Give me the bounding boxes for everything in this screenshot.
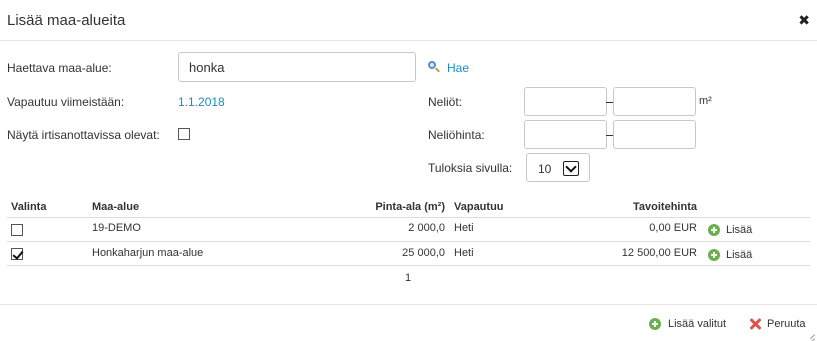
area-unit: m² [699,95,712,107]
resize-grip-icon[interactable] [805,329,815,339]
show-terminated-checkbox[interactable] [178,128,190,140]
add-icon[interactable] [708,224,720,236]
add-icon[interactable] [708,249,720,261]
area-min-field[interactable] [524,87,607,116]
column-header-size: Pinta-ala (m²) [375,201,445,213]
per-page-select[interactable]: 10 [526,153,590,182]
search-button[interactable]: Hae [447,61,469,75]
column-header-released: Vapautuu [454,201,504,213]
table-cell-size: 2 000,0 [408,222,445,234]
footer-divider [0,304,817,305]
table-cell-released: Heti [454,247,474,259]
dialog-title: Lisää maa-alueita [7,12,126,29]
cancel-icon[interactable] [749,318,761,330]
add-row-link[interactable]: Lisää [726,249,752,261]
table-cell-size: 25 000,0 [402,247,445,259]
add-selected-icon[interactable] [649,318,661,330]
column-header-area: Maa-alue [92,201,140,213]
show-terminated-label: Näytä irtisanottavissa olevat: [7,128,160,142]
per-page-value: 10 [538,162,552,176]
divider [7,217,810,218]
pagination-page[interactable]: 1 [405,272,411,284]
released-label: Vapautuu viimeistään: [7,95,125,109]
chevron-down-icon[interactable] [563,161,579,176]
row-select-checkbox[interactable] [11,248,23,260]
price-label: Neliöhinta: [428,128,485,142]
close-icon[interactable]: ✖ [798,12,810,28]
table-cell-released: Heti [454,222,474,234]
area-label: Neliöt: [428,95,463,109]
column-header-select: Valinta [11,201,47,213]
dialog-header: Lisää maa-alueita ✖ [0,0,817,41]
table-cell-target-price: 0,00 EUR [649,222,697,234]
divider [7,241,810,242]
price-min-field[interactable] [524,120,607,149]
per-page-label: Tuloksia sivulla: [428,161,513,175]
search-label: Haettava maa-alue: [7,61,112,75]
column-header-target-price: Tavoitehinta [633,201,697,213]
add-selected-button[interactable]: Lisää valitut [668,318,726,330]
add-row-link[interactable]: Lisää [726,224,752,236]
released-date-link[interactable]: 1.1.2018 [178,95,225,109]
cancel-button[interactable]: Peruuta [767,318,806,330]
table-cell-area: 19-DEMO [92,222,141,234]
search-icon[interactable] [428,61,440,73]
table-cell-area: Honkaharjun maa-alue [92,247,204,259]
area-max-field[interactable] [613,87,696,116]
search-input[interactable] [178,52,416,82]
add-land-areas-dialog: Lisää maa-alueita ✖ Haettava maa-alue: H… [0,0,817,341]
price-max-field[interactable] [613,120,696,149]
row-select-checkbox[interactable] [11,224,23,236]
divider [7,265,810,266]
table-cell-target-price: 12 500,00 EUR [621,247,697,259]
